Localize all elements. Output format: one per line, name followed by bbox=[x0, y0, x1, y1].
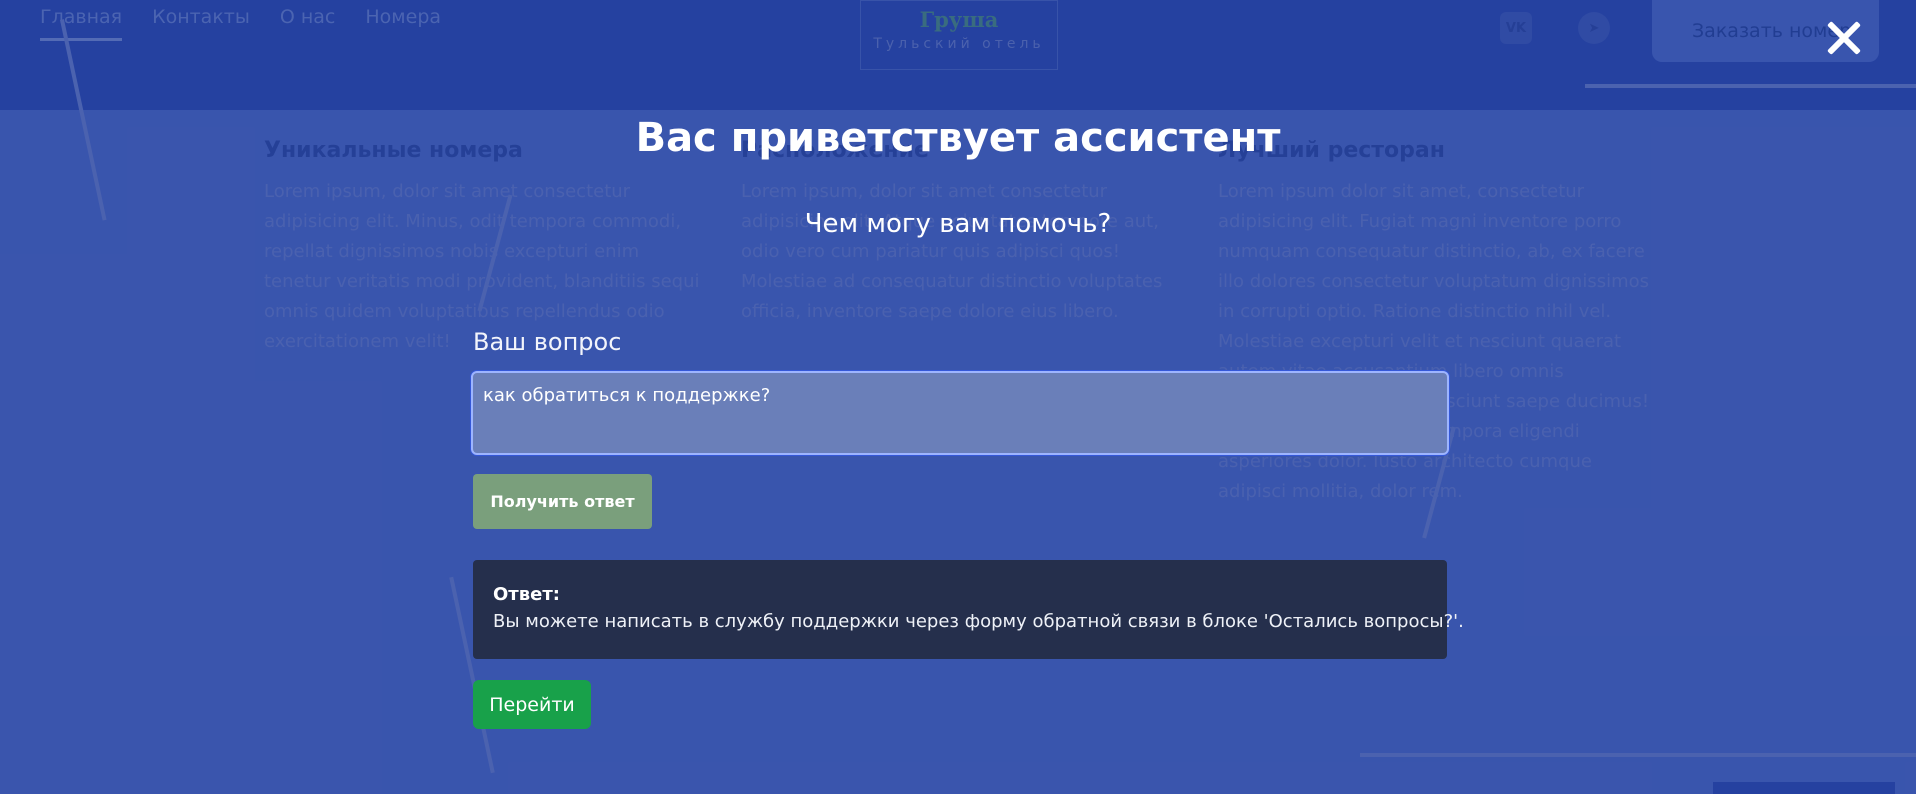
question-input[interactable]: как обратиться к поддержке? bbox=[471, 371, 1449, 455]
modal-subtitle: Чем могу вам помочь? bbox=[804, 209, 1112, 239]
question-label: Ваш вопрос bbox=[473, 328, 622, 356]
answer-label: Ответ: bbox=[493, 584, 560, 605]
answer-box: Ответ: Вы можете написать в службу подде… bbox=[473, 560, 1464, 659]
modal-title: Вас приветствует ассистент bbox=[635, 115, 1281, 161]
close-icon[interactable] bbox=[1822, 16, 1866, 60]
answer-text: Вы можете написать в службу поддержки че… bbox=[493, 611, 1464, 632]
get-answer-button[interactable]: Получить ответ bbox=[473, 474, 652, 529]
go-button[interactable]: Перейти bbox=[473, 680, 591, 729]
